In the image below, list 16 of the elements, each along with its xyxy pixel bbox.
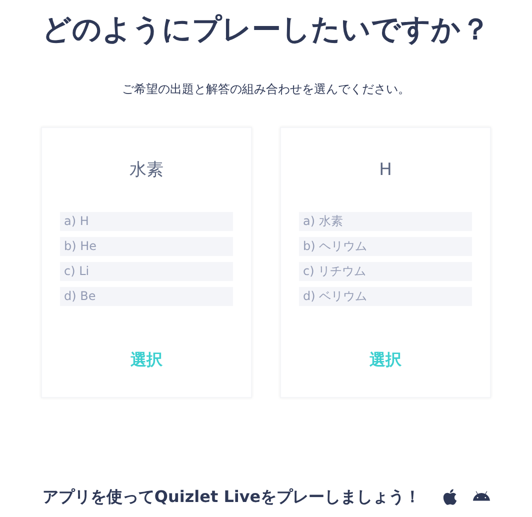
answer-choice: c) リチウム — [299, 262, 472, 281]
answer-choice: a) 水素 — [299, 212, 472, 231]
app-promo-text: アプリを使ってQuizlet Liveをプレーしましょう！ — [42, 486, 421, 508]
answer-choice: d) Be — [60, 287, 233, 306]
answer-choice: a) H — [60, 212, 233, 231]
card-prompt: 水素 — [130, 159, 164, 182]
instruction-text: ご希望の出題と解答の組み合わせを選んでください。 — [122, 81, 410, 98]
answer-choice: b) ヘリウム — [299, 237, 472, 256]
answer-choice: b) He — [60, 237, 233, 256]
page-title: どのようにプレーしたいですか？ — [42, 11, 490, 48]
apple-icon[interactable] — [440, 488, 459, 506]
answer-choice: d) ベリウム — [299, 287, 472, 306]
select-button[interactable]: 選択 — [128, 348, 164, 372]
card-prompt: H — [379, 159, 392, 182]
answer-choice: c) Li — [60, 262, 233, 281]
select-button[interactable]: 選択 — [368, 348, 404, 372]
